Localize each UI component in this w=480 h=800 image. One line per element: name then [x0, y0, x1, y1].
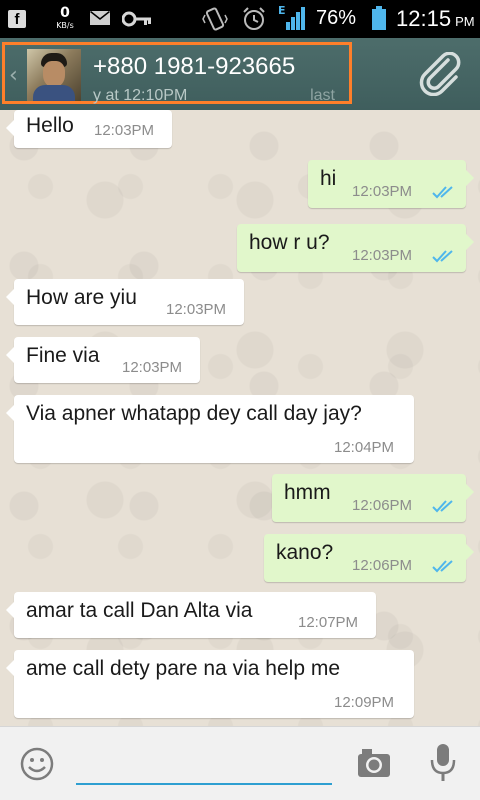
data-speed-unit: KB/s: [56, 21, 74, 30]
bubble-tail: [6, 120, 14, 136]
message-text: How are yiu: [26, 286, 137, 309]
bubble-tail: [466, 170, 474, 186]
battery-icon: [372, 6, 386, 30]
alarm-icon: [243, 7, 265, 30]
contact-name: +880 1981-923665: [93, 53, 296, 80]
bubble-tail: [6, 405, 14, 421]
key-icon: [122, 11, 151, 27]
message-incoming[interactable]: ame call dety pare na via help me 12:09P…: [6, 650, 414, 718]
message-time: 12:07PM: [298, 614, 359, 631]
message-time: 12:03PM: [352, 247, 413, 264]
read-ticks-icon: [432, 186, 453, 199]
bubble-tail: [6, 660, 14, 676]
message-incoming[interactable]: Hello 12:03PM: [6, 110, 172, 148]
message-input[interactable]: [76, 739, 332, 785]
message-time: 12:09PM: [334, 694, 395, 711]
microphone-icon[interactable]: [430, 743, 456, 783]
message-text: amar ta call Dan Alta via: [26, 599, 253, 622]
bubble-tail: [6, 289, 14, 305]
message-outgoing[interactable]: hmm 12:06PM: [272, 474, 474, 522]
status-clock: 12:15 PM: [396, 6, 475, 32]
message-text: Hello: [26, 114, 74, 137]
last-seen-text-end: last: [310, 87, 335, 104]
message-incoming[interactable]: Via apner whatapp dey call day jay? 12:0…: [6, 395, 414, 463]
mail-icon: [90, 11, 110, 25]
message-time: 12:03PM: [166, 301, 227, 318]
message-time: 12:06PM: [352, 497, 413, 514]
vibrate-icon: [202, 7, 228, 31]
message-incoming[interactable]: How are yiu 12:03PM: [6, 279, 244, 325]
data-speed-indicator: 0 KB/s: [50, 6, 80, 30]
clock-ampm: PM: [455, 14, 475, 29]
message-outgoing[interactable]: kano? 12:06PM: [264, 534, 474, 582]
message-time: 12:03PM: [122, 359, 183, 376]
signal-icon: E: [278, 4, 308, 32]
message-incoming[interactable]: Fine via 12:03PM: [6, 337, 200, 383]
message-text: Fine via: [26, 344, 100, 367]
message-text: hi: [320, 167, 337, 190]
data-speed-value: 0: [60, 5, 70, 21]
message-text: Via apner whatapp dey call day jay?: [26, 402, 362, 425]
bubble-tail: [466, 544, 474, 560]
last-seen-text: y at 12:10PM: [93, 87, 188, 104]
message-time: 12:06PM: [352, 557, 413, 574]
message-list[interactable]: Hello 12:03PM hi 12:03PM how r u? 12:03P…: [0, 110, 480, 726]
status-bar: f 0 KB/s E 76% 12:15 PM: [0, 0, 480, 38]
message-text: ame call dety pare na via help me: [26, 657, 341, 680]
avatar-face: [43, 61, 65, 87]
bubble-tail: [6, 347, 14, 363]
contact-info-button[interactable]: ‹ +880 1981-923665 y at 12:10PM last: [2, 42, 352, 104]
facebook-icon: f: [8, 10, 26, 28]
message-time: 12:04PM: [334, 439, 395, 456]
message-time: 12:03PM: [352, 183, 413, 200]
read-ticks-icon: [432, 250, 453, 263]
message-text: how r u?: [249, 231, 330, 254]
battery-percent: 76%: [316, 7, 357, 29]
clock-time: 12:15: [396, 6, 452, 31]
message-outgoing[interactable]: how r u? 12:03PM: [237, 224, 474, 272]
read-ticks-icon: [432, 560, 453, 573]
compose-bar: [0, 726, 480, 800]
avatar-shirt: [33, 85, 75, 101]
message-incoming[interactable]: amar ta call Dan Alta via 12:07PM: [6, 592, 376, 638]
camera-icon[interactable]: [356, 747, 392, 779]
conversation-header: ‹ +880 1981-923665 y at 12:10PM last: [0, 38, 480, 110]
avatar[interactable]: [27, 49, 81, 101]
message-time: 12:03PM: [94, 122, 155, 139]
status-bar-right: E 76% 12:15 PM: [202, 0, 475, 38]
message-text: hmm: [284, 481, 331, 504]
bubble-tail: [466, 234, 474, 250]
bubble-tail: [466, 484, 474, 500]
back-arrow-icon[interactable]: ‹: [9, 65, 18, 87]
message-text: kano?: [276, 541, 334, 564]
read-ticks-icon: [432, 500, 453, 513]
bubble-tail: [6, 602, 14, 618]
emoji-icon[interactable]: [20, 747, 54, 781]
message-outgoing[interactable]: hi 12:03PM: [308, 160, 474, 208]
paperclip-icon[interactable]: [418, 52, 464, 96]
